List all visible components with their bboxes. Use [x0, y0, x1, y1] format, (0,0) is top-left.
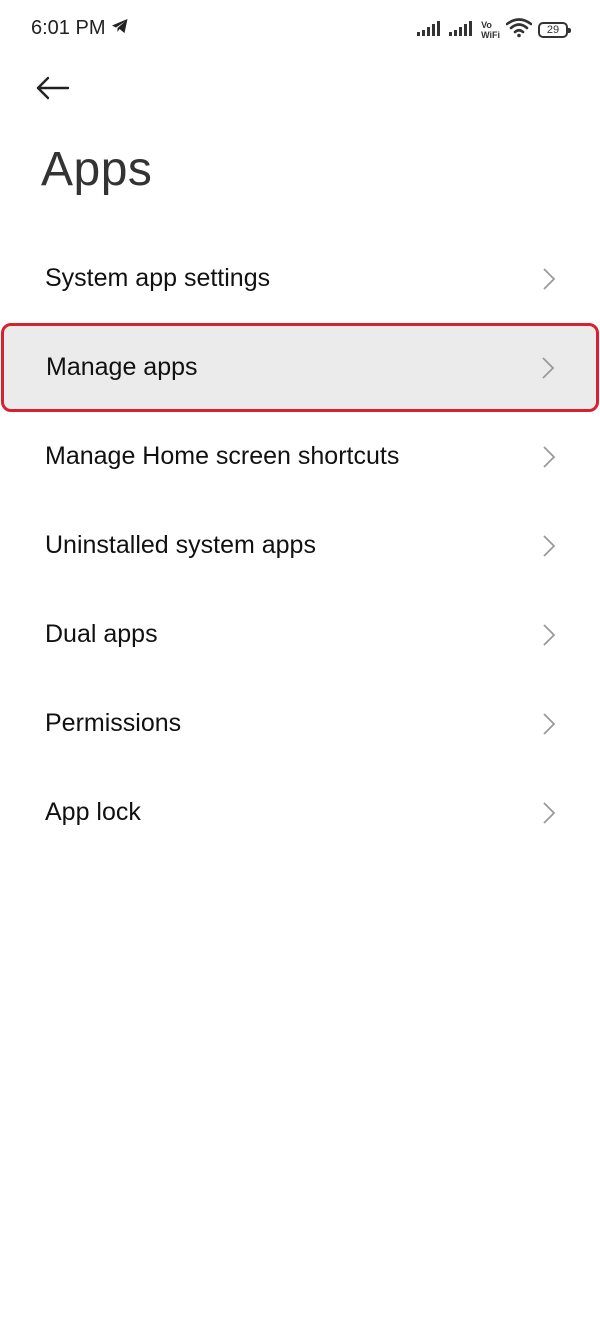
status-time: 6:01 PM	[31, 17, 106, 39]
vowifi-indicator: Vo WiFi	[481, 20, 500, 40]
page-title: Apps	[41, 143, 153, 196]
status-bar: 6:01 PM Vo WiFi 29	[0, 0, 600, 60]
battery-icon: 29	[538, 22, 571, 38]
status-icons: Vo WiFi 29	[417, 16, 571, 44]
chevron-right-icon	[542, 623, 556, 647]
menu-item-label: Manage Home screen shortcuts	[45, 442, 400, 470]
back-arrow-icon	[36, 76, 70, 105]
menu-item-label: Permissions	[45, 709, 182, 737]
telegram-icon	[111, 17, 129, 40]
settings-list: System app settings Manage apps Manage H…	[0, 234, 600, 857]
back-button[interactable]	[36, 68, 84, 112]
menu-item-uninstalled-system-apps[interactable]: Uninstalled system apps	[0, 501, 600, 590]
menu-item-dual-apps[interactable]: Dual apps	[0, 590, 600, 679]
chevron-right-icon	[542, 267, 556, 291]
chevron-right-icon	[542, 445, 556, 469]
status-time-group: 6:01 PM	[31, 17, 129, 40]
chevron-right-icon	[542, 534, 556, 558]
menu-item-permissions[interactable]: Permissions	[0, 679, 600, 768]
menu-item-label: Uninstalled system apps	[45, 531, 316, 559]
menu-item-system-app-settings[interactable]: System app settings	[0, 234, 600, 323]
chevron-right-icon	[542, 712, 556, 736]
menu-item-label: System app settings	[45, 264, 271, 292]
battery-level: 29	[546, 24, 560, 36]
menu-item-manage-apps[interactable]: Manage apps	[1, 323, 599, 412]
menu-item-label: Manage apps	[46, 353, 198, 381]
signal-icon	[449, 20, 475, 41]
menu-item-label: Dual apps	[45, 620, 158, 648]
vowifi-bottom: WiFi	[481, 30, 500, 40]
vowifi-top: Vo	[481, 20, 492, 30]
menu-item-label: App lock	[45, 798, 141, 826]
menu-item-app-lock[interactable]: App lock	[0, 768, 600, 857]
signal-icon	[417, 20, 443, 41]
chevron-right-icon	[541, 356, 555, 380]
menu-item-manage-home-screen-shortcuts[interactable]: Manage Home screen shortcuts	[0, 412, 600, 501]
wifi-icon	[505, 17, 533, 43]
chevron-right-icon	[542, 801, 556, 825]
